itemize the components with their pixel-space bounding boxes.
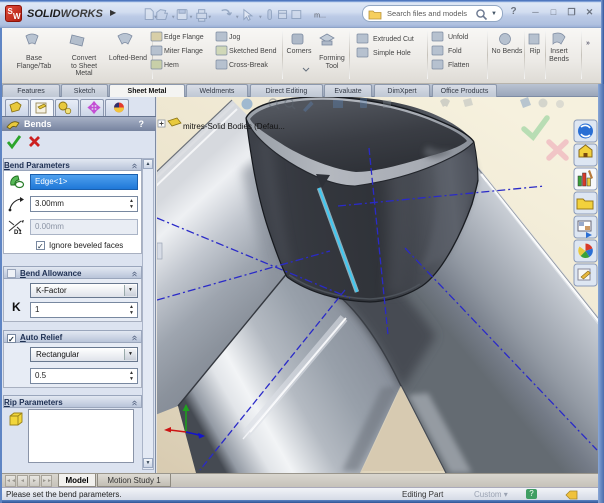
svg-text:m...: m... xyxy=(314,12,326,20)
svg-text:▾: ▾ xyxy=(154,15,157,21)
svg-text:▾: ▾ xyxy=(190,15,193,21)
svg-text:▾: ▾ xyxy=(172,15,175,21)
svg-text:▾: ▾ xyxy=(236,15,239,21)
svg-text:D1: D1 xyxy=(14,230,22,235)
svg-text:▾: ▾ xyxy=(208,15,211,21)
svg-text:▾: ▾ xyxy=(259,15,262,21)
svg-text:mitres-Solid Bodies (Defau...: mitres-Solid Bodies (Defau... xyxy=(183,122,285,131)
